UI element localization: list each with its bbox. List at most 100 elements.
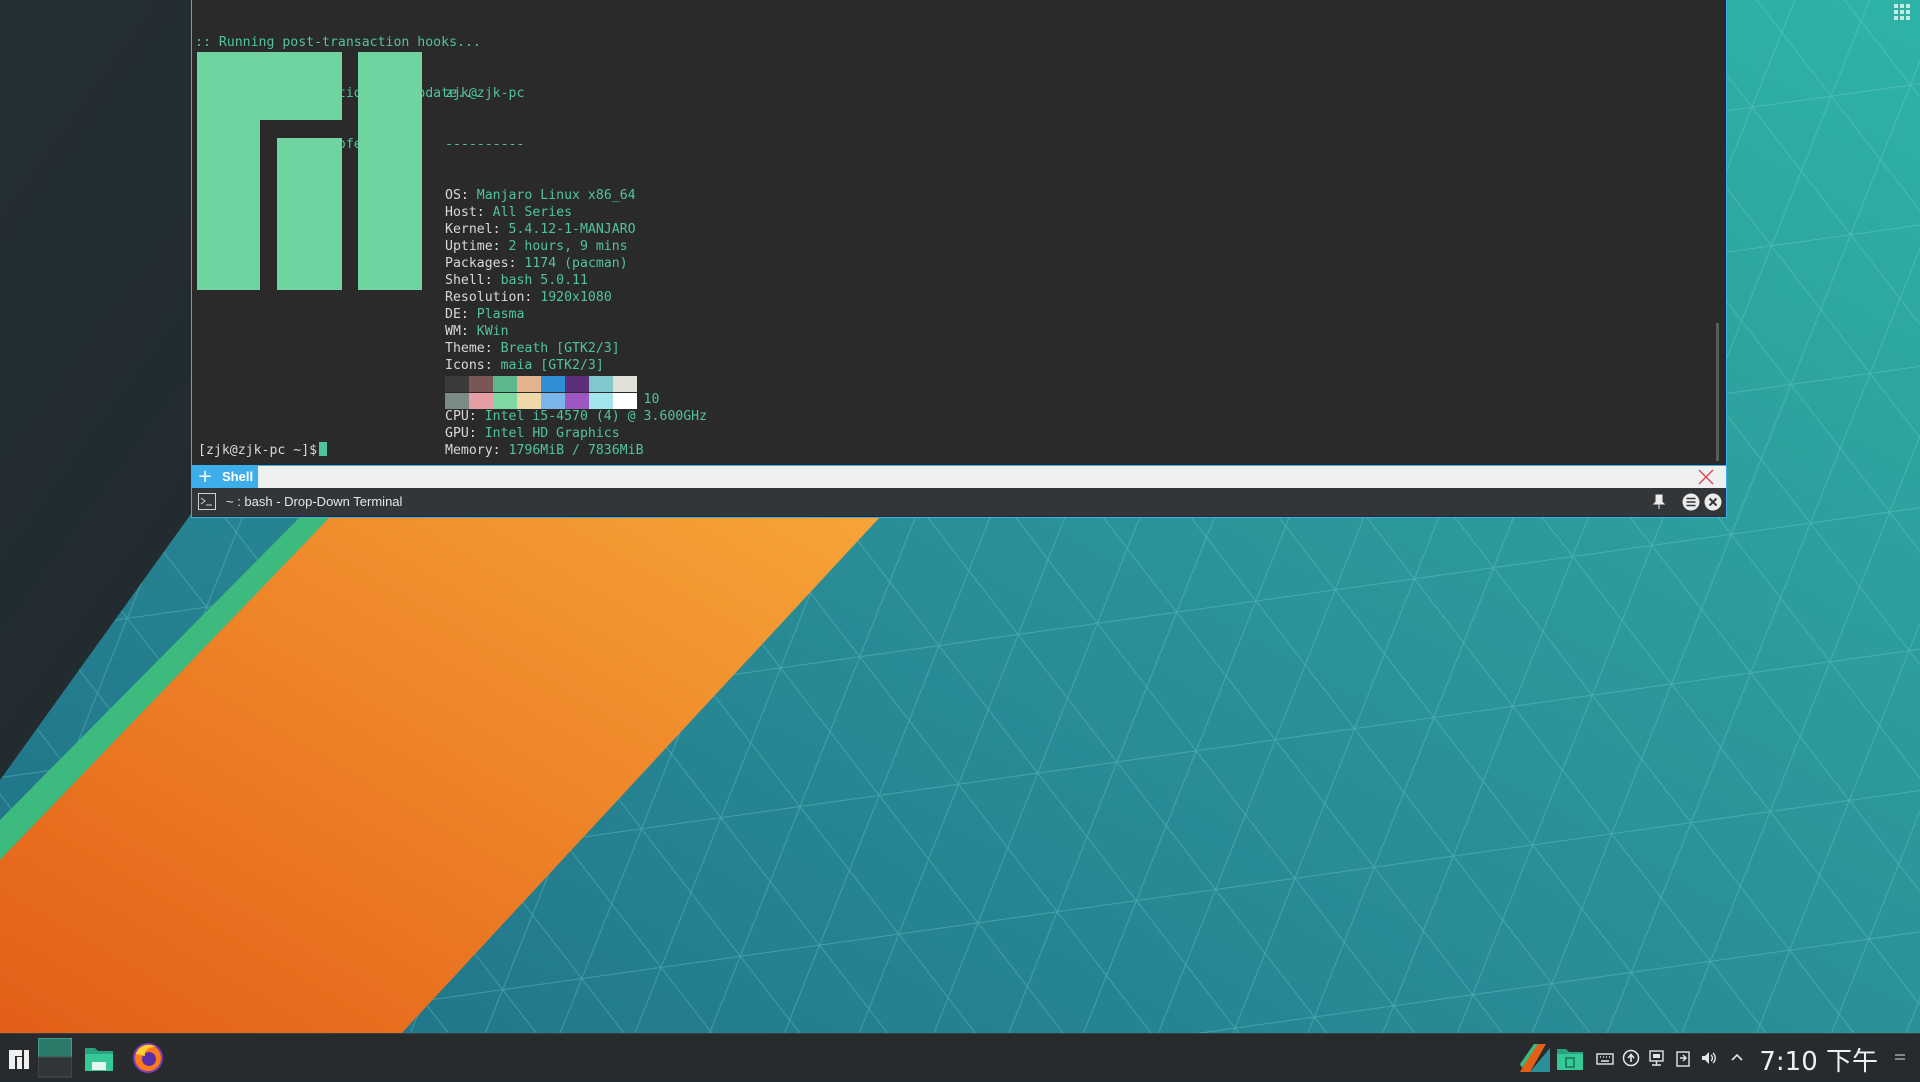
close-icon[interactable] (1696, 467, 1716, 487)
keyboard-icon[interactable] (1596, 1049, 1614, 1067)
info-value: 1174 (pacman) (524, 256, 628, 271)
info-key: Uptime (445, 239, 493, 254)
info-colon: : (492, 222, 509, 237)
info-key: Packages (445, 256, 509, 271)
palette-swatch (541, 376, 565, 392)
terminal-scrollbar[interactable] (1716, 323, 1719, 461)
info-value: 2 hours, 9 mins (508, 239, 628, 254)
info-row: Packages: 1174 (pacman) (445, 255, 707, 272)
info-colon: : (524, 290, 541, 305)
plus-icon[interactable]: + (196, 468, 214, 486)
info-row: DE: Plasma (445, 306, 707, 323)
terminal-title-bar: ~ : bash - Drop-Down Terminal (192, 488, 1726, 516)
info-value: 1796MiB / 7836MiB (508, 443, 644, 458)
info-key: Memory (445, 443, 493, 458)
info-value: 1920x1080 (540, 290, 612, 305)
palette-swatch (565, 393, 589, 409)
info-row: Shell: bash 5.0.11 (445, 272, 707, 289)
info-colon: : (476, 205, 493, 220)
info-key: CPU (445, 409, 469, 424)
prompt-line[interactable]: [zjk@zjk-pc ~]$ (198, 442, 328, 459)
drop-down-terminal[interactable]: :: Running post-transaction hooks... (1/… (192, 0, 1726, 517)
clipboard-icon[interactable] (1674, 1049, 1692, 1067)
info-key: WM (445, 324, 461, 339)
info-colon: : (484, 273, 501, 288)
info-header: zjk@zjk-pc (445, 86, 525, 101)
color-palette (445, 376, 637, 409)
palette-swatch (589, 393, 613, 409)
info-value: Intel HD Graphics (484, 426, 620, 441)
info-colon: : (492, 239, 509, 254)
network-icon[interactable] (1648, 1049, 1666, 1067)
info-key: DE (445, 307, 461, 322)
palette-swatch (493, 393, 517, 409)
info-colon: : (460, 188, 477, 203)
info-colon: : (460, 324, 477, 339)
text-cursor (319, 442, 328, 456)
info-row: Memory: 1796MiB / 7836MiB (445, 442, 707, 459)
manjaro-settings-icon[interactable] (1520, 1044, 1550, 1072)
info-row: GPU: Intel HD Graphics (445, 425, 707, 442)
info-row: WM: KWin (445, 323, 707, 340)
pager-desktop-icon (37, 1037, 73, 1078)
info-row: Theme: Breath [GTK2/3] (445, 340, 707, 357)
palette-swatch (517, 393, 541, 409)
info-value: maia [GTK2/3] (500, 358, 604, 373)
info-row: CPU: Intel i5-4570 (4) @ 3.600GHz (445, 408, 707, 425)
info-row: Resolution: 1920x1080 (445, 289, 707, 306)
info-colon: : (468, 409, 485, 424)
info-key: Kernel (445, 222, 493, 237)
window-title: ~ : bash - Drop-Down Terminal (226, 494, 403, 509)
firefox-icon[interactable] (130, 1038, 166, 1078)
package-updates-icon[interactable] (1556, 1045, 1584, 1071)
info-row: OS: Manjaro Linux x86_64 (445, 187, 707, 204)
palette-swatch (613, 376, 637, 392)
terminal-icon (198, 493, 216, 510)
info-colon: : (484, 358, 501, 373)
taskbar: 7:10 下午 (0, 1033, 1920, 1081)
info-row: Host: All Series (445, 204, 707, 221)
terminal-line: (1/1) Arming ConditionNeedsUpdate... (195, 85, 1715, 102)
terminal-output[interactable]: :: Running post-transaction hooks... (1/… (195, 0, 1715, 463)
info-key: Shell (445, 273, 485, 288)
file-manager-icon[interactable] (82, 1038, 116, 1078)
info-key: OS (445, 188, 461, 203)
palette-swatch (445, 376, 469, 392)
info-value: bash 5.0.11 (500, 273, 588, 288)
application-menu-icon[interactable] (6, 1038, 32, 1078)
info-row: Uptime: 2 hours, 9 mins (445, 238, 707, 255)
tray-expand-icon[interactable] (1728, 1049, 1746, 1067)
volume-icon[interactable] (1700, 1049, 1718, 1067)
desktop-toolbox-icon[interactable] (1893, 3, 1911, 21)
tab-label: Shell (222, 469, 254, 484)
info-colon: : (468, 426, 485, 441)
info-separator: ---------- (445, 137, 525, 152)
system-info: zjk@zjk-pc ---------- OS: Manjaro Linux … (445, 51, 707, 493)
palette-swatch (493, 376, 517, 392)
palette-swatch (469, 376, 493, 392)
palette-swatch (565, 376, 589, 392)
panel-options-icon[interactable] (1893, 1048, 1907, 1066)
info-key: GPU (445, 426, 469, 441)
info-value: 5.4.12-1-MANJARO (508, 222, 636, 237)
info-value: Plasma (476, 307, 525, 322)
palette-swatch (445, 393, 469, 409)
tab-shell[interactable]: + Shell (192, 466, 258, 488)
update-notifier-icon[interactable] (1622, 1049, 1640, 1067)
info-key: Icons (445, 358, 485, 373)
info-colon: : (460, 307, 477, 322)
info-value: Manjaro Linux x86_64 (476, 188, 636, 203)
quit-icon[interactable] (1704, 493, 1722, 511)
menu-icon[interactable] (1682, 493, 1700, 511)
info-value: KWin (476, 324, 509, 339)
info-row: Icons: maia [GTK2/3] (445, 357, 707, 374)
palette-swatch (541, 393, 565, 409)
tab-bar: + Shell (192, 465, 1726, 488)
terminal-line: :: Running post-transaction hooks... (195, 35, 481, 50)
info-key: Resolution (445, 290, 525, 305)
palette-swatch (589, 376, 613, 392)
info-row: Kernel: 5.4.12-1-MANJARO (445, 221, 707, 238)
clock[interactable]: 7:10 下午 (1759, 1041, 1878, 1078)
desktop-pager[interactable] (37, 1037, 73, 1078)
pin-icon[interactable] (1652, 494, 1666, 510)
